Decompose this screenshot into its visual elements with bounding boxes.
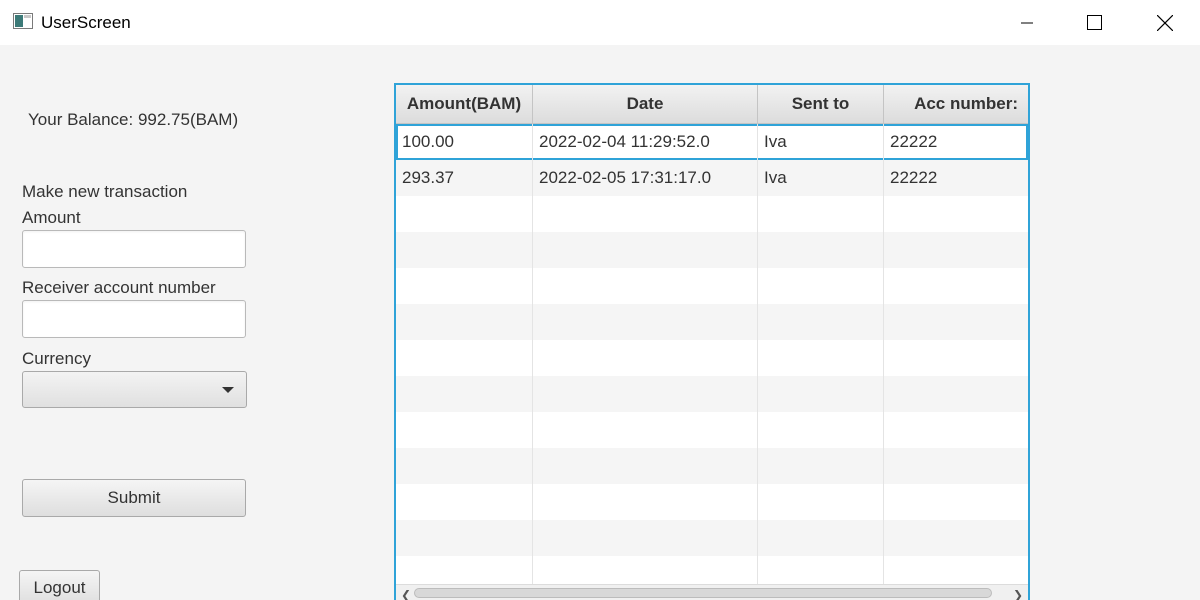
table-cell (396, 268, 533, 304)
table-cell: Iva (758, 160, 884, 196)
scroll-right-icon[interactable]: ❯ (1013, 588, 1023, 600)
table-cell (884, 196, 1028, 232)
amount-label: Amount (22, 208, 81, 227)
table-cell (533, 484, 758, 520)
table-cell (758, 268, 884, 304)
scrollbar-thumb[interactable] (414, 588, 992, 598)
amount-input[interactable] (22, 230, 246, 268)
balance-label: Your Balance: 992.75(BAM) (28, 110, 239, 129)
table-cell (396, 232, 533, 268)
table-cell (884, 304, 1028, 340)
maximize-button[interactable] (1072, 0, 1118, 45)
column-header-acc-number[interactable]: Acc number: (884, 85, 1028, 123)
transactions-table[interactable]: Amount(BAM) Date Sent to Acc number: 100… (394, 83, 1030, 600)
table-cell: Iva (758, 124, 884, 160)
table-row[interactable]: 293.37 2022-02-05 17:31:17.0 Iva 22222 (396, 160, 1028, 196)
column-header-date[interactable]: Date (533, 85, 758, 123)
table-row-empty[interactable] (396, 520, 1028, 556)
table-cell (533, 340, 758, 376)
table-cell (884, 376, 1028, 412)
table-cell (533, 448, 758, 484)
table-cell (758, 340, 884, 376)
table-cell (396, 196, 533, 232)
table-row-empty[interactable] (396, 196, 1028, 232)
table-cell (533, 412, 758, 448)
minimize-button[interactable] (1004, 0, 1050, 45)
table-cell (533, 196, 758, 232)
close-button[interactable] (1142, 0, 1188, 45)
table-cell (884, 484, 1028, 520)
table-row-empty[interactable] (396, 376, 1028, 412)
table-header: Amount(BAM) Date Sent to Acc number: (396, 85, 1028, 124)
table-cell (533, 376, 758, 412)
table-cell (758, 196, 884, 232)
window-title: UserScreen (41, 13, 131, 32)
receiver-account-label: Receiver account number (22, 278, 216, 297)
table-cell (396, 412, 533, 448)
table-cell (396, 448, 533, 484)
table-row-empty[interactable] (396, 448, 1028, 484)
user-screen-window: UserScreen Your Balance: 992.75(BAM) Mak… (0, 0, 1200, 600)
chevron-down-icon (222, 387, 234, 393)
horizontal-scrollbar[interactable]: ❮ ❯ (396, 584, 1028, 600)
currency-label: Currency (22, 349, 91, 368)
table-cell (884, 232, 1028, 268)
table-cell: 2022-02-04 11:29:52.0 (533, 124, 758, 160)
table-cell (758, 376, 884, 412)
table-cell: 100.00 (396, 124, 533, 160)
column-header-amount[interactable]: Amount(BAM) (396, 85, 533, 123)
table-cell (884, 412, 1028, 448)
table-cell: 22222 (890, 132, 938, 151)
table-cell (396, 304, 533, 340)
submit-button[interactable]: Submit (22, 479, 246, 517)
table-cell: 293.37 (396, 160, 533, 196)
table-cell (884, 340, 1028, 376)
table-cell (533, 304, 758, 340)
maximize-icon (1087, 14, 1102, 30)
column-header-sent-to[interactable]: Sent to (758, 85, 884, 123)
table-cell (533, 268, 758, 304)
table-cell (758, 304, 884, 340)
receiver-account-input[interactable] (22, 300, 246, 338)
table-cell (396, 340, 533, 376)
minimize-icon (1021, 22, 1033, 23)
close-icon (1157, 14, 1173, 31)
table-cell (533, 232, 758, 268)
title-bar: UserScreen (0, 0, 1200, 45)
scroll-left-icon[interactable]: ❮ (401, 588, 411, 600)
logout-button[interactable]: Logout (19, 570, 100, 600)
table-cell (396, 520, 533, 556)
table-cell (758, 412, 884, 448)
app-icon (13, 13, 33, 29)
table-cell (396, 376, 533, 412)
table-row-empty[interactable] (396, 340, 1028, 376)
table-cell (758, 232, 884, 268)
table-cell (396, 484, 533, 520)
new-transaction-heading: Make new transaction (22, 182, 188, 201)
table-row-empty[interactable] (396, 232, 1028, 268)
table-cell (758, 520, 884, 556)
table-cell (884, 448, 1028, 484)
table-cell (758, 484, 884, 520)
currency-select[interactable] (22, 371, 247, 408)
table-row-empty[interactable] (396, 304, 1028, 340)
table-cell (884, 520, 1028, 556)
table-cell: 2022-02-05 17:31:17.0 (533, 160, 758, 196)
table-row-empty[interactable] (396, 484, 1028, 520)
table-row-empty[interactable] (396, 268, 1028, 304)
table-cell (533, 520, 758, 556)
table-cell (884, 268, 1028, 304)
table-row-empty[interactable] (396, 412, 1028, 448)
table-cell: 22222 (890, 168, 938, 187)
table-cell (758, 448, 884, 484)
table-row[interactable]: 100.00 2022-02-04 11:29:52.0 Iva 22222 (396, 124, 1028, 160)
